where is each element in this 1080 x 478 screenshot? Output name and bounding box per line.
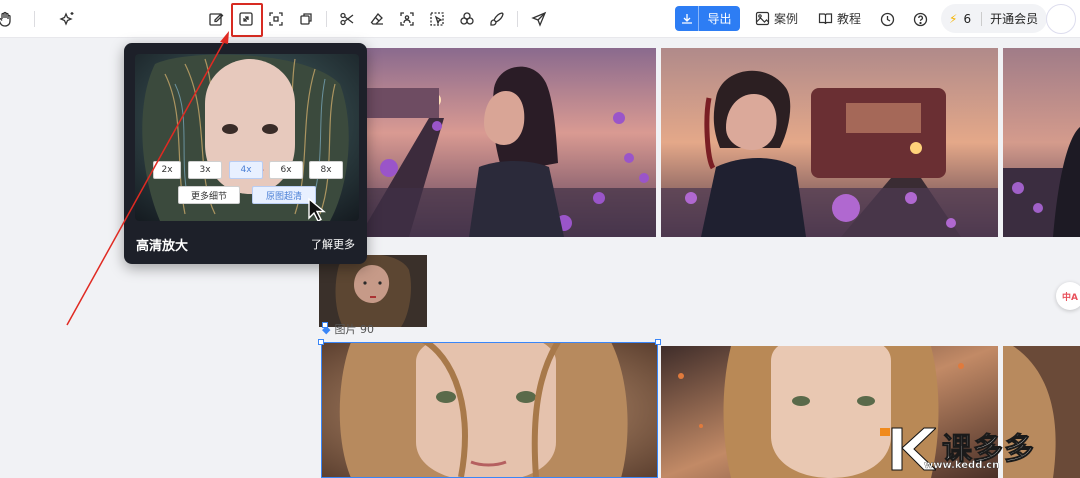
scissors-icon[interactable] [336, 8, 358, 30]
credits-count: 6 [963, 11, 972, 26]
cases-label: 案例 [774, 12, 799, 26]
image-name: 图片 90 [334, 323, 374, 336]
download-icon [675, 6, 699, 31]
learn-more-link[interactable]: 了解更多 [311, 236, 355, 252]
toolbar-divider [34, 11, 35, 27]
mouse-cursor-icon [308, 197, 326, 221]
watermark-url: www.kedd.cn [924, 460, 1000, 471]
scale-4x-button[interactable]: 4x [229, 161, 263, 179]
tutorial-label: 教程 [837, 12, 862, 26]
export-button[interactable]: 导出 [675, 6, 740, 31]
expand-frame-icon[interactable] [265, 8, 287, 30]
scale-2x-button[interactable]: 2x [153, 161, 181, 179]
toolbar-divider [326, 11, 327, 27]
help-question-icon[interactable] [909, 8, 931, 30]
shapes-icon[interactable] [456, 8, 478, 30]
redraw-icon[interactable] [295, 8, 317, 30]
brush-icon[interactable] [486, 8, 508, 30]
avatar[interactable] [1046, 4, 1076, 34]
credits-divider [981, 11, 983, 26]
lightning-icon: ⚡ [949, 11, 958, 26]
hand-icon[interactable] [0, 8, 16, 30]
image-gallery-icon [755, 11, 770, 26]
cases-link[interactable]: 案例 [755, 10, 798, 27]
scale-6x-button[interactable]: 6x [269, 161, 303, 179]
credits-badge[interactable]: ⚡ 6 开通会员 [941, 4, 1047, 33]
upscale-highlight-box [231, 3, 263, 37]
canvas-image[interactable] [319, 255, 427, 327]
edit-icon[interactable] [205, 8, 227, 30]
toolbar-divider [517, 11, 518, 27]
watermark-logo: 课多多 www.kedd.cn [880, 420, 1035, 472]
eraser-icon[interactable] [366, 8, 388, 30]
canvas-image[interactable] [1003, 48, 1080, 237]
scale-8x-button[interactable]: 8x [309, 161, 343, 179]
canvas-image[interactable] [661, 48, 998, 237]
tutorial-link[interactable]: 教程 [818, 10, 861, 27]
history-clock-icon[interactable] [876, 8, 898, 30]
upscale-tooltip-card: 2x 3x 4x 6x 8x 更多细节 原图超清 高清放大 了解更多 [124, 43, 367, 264]
translate-icon[interactable]: 中A [1056, 282, 1080, 310]
image-label: ◆ 图片 90 [322, 321, 374, 337]
export-label: 导出 [707, 12, 732, 26]
popup-title: 高清放大 [136, 239, 189, 254]
cutout-icon[interactable] [396, 8, 418, 30]
vip-button[interactable]: 开通会员 [990, 10, 1038, 27]
upscale-preview-image: 2x 3x 4x 6x 8x 更多细节 原图超清 [135, 54, 359, 221]
book-icon [818, 13, 833, 25]
scale-3x-button[interactable]: 3x [188, 161, 222, 179]
more-detail-button[interactable]: 更多细节 [178, 186, 240, 204]
magic-sparkle-icon[interactable] [56, 8, 78, 30]
resize-handle[interactable] [322, 322, 328, 328]
canvas-image[interactable] [319, 48, 656, 237]
selected-canvas-image[interactable] [321, 342, 658, 478]
select-icon[interactable] [426, 8, 448, 30]
top-toolbar: 导出 案例 教程 ⚡ 6 开通会员 [0, 0, 1080, 38]
send-icon[interactable] [528, 8, 550, 30]
